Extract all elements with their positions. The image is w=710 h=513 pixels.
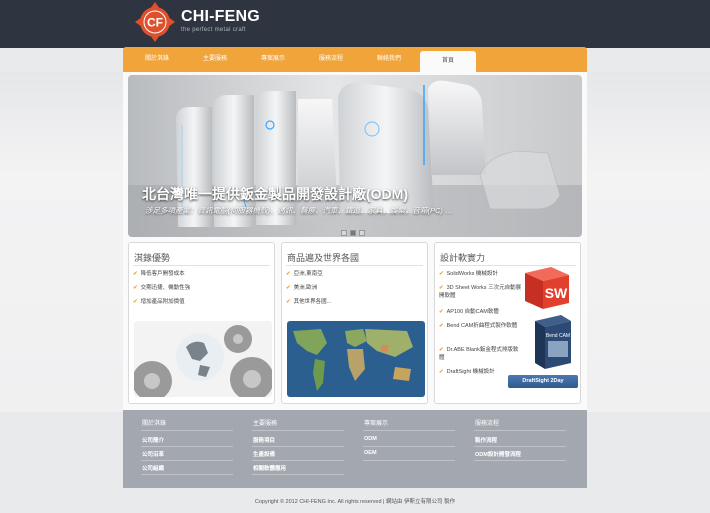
footer-heading: 服務流程 xyxy=(475,421,500,427)
top-bar: CF CHI-FENG the perfect metal craft xyxy=(0,0,710,48)
slider-dot-1[interactable] xyxy=(341,230,347,236)
panel-title: 商品遍及世界各國 xyxy=(287,253,360,263)
check-icon: ✔ xyxy=(439,309,444,315)
check-icon: ✔ xyxy=(439,369,444,375)
panel-worldwide: 商品遍及世界各國 ✔ 亞洲,東南亞 ✔ 美洲,歐洲 ✔ 其他世界各國... xyxy=(281,242,428,404)
slider-dot-3[interactable] xyxy=(359,230,365,236)
check-icon: ✔ xyxy=(286,271,291,277)
footer-divider xyxy=(474,460,566,461)
list-item: DraftSight 機械設計 xyxy=(446,369,495,375)
list-item: AP100 自動CAM軟體 xyxy=(446,309,499,315)
gears-globe-image xyxy=(134,321,272,397)
bendcam-box-text: Bend CAM xyxy=(546,333,570,339)
panel-advantages: 淇錄優勢 ✔ 降低客戶開發成本 ✔ 交期迅捷、機動性強 ✔ 增加產品附加價值 xyxy=(128,242,275,404)
footer-divider xyxy=(363,446,455,447)
list-item: 3D Sheet Works 三次元自動展開軟體 xyxy=(439,285,522,299)
footer-divider xyxy=(141,430,233,431)
nav-about[interactable]: 關於淇錄 xyxy=(129,47,185,72)
check-icon: ✔ xyxy=(439,271,444,277)
panel-divider xyxy=(286,265,423,266)
brand-tagline: the perfect metal craft xyxy=(181,27,246,33)
nav-home[interactable]: 首頁 xyxy=(420,51,476,72)
banner-subtitle: 涉足多項產業：資訊電腦(伺服器機殼)、通訊、醫療、汽車、鐵道、家具，娛樂，音箱(… xyxy=(145,206,453,215)
list-item: 美洲,歐洲 xyxy=(293,285,318,291)
footer-heading: 主要服務 xyxy=(253,421,278,427)
check-icon: ✔ xyxy=(286,299,291,305)
footer-link[interactable]: 公司組織 xyxy=(142,464,164,472)
site-footer: 關於淇錄 公司簡介 公司沿革 公司組織 主要服務 服務項目 生產設備 相關軟體應… xyxy=(123,410,587,488)
footer-divider xyxy=(141,460,233,461)
list-item: 其他世界各國... xyxy=(293,299,332,305)
draftsight-badge[interactable]: DraftSight 2Day xyxy=(508,375,578,388)
footer-divider xyxy=(363,430,455,431)
check-icon: ✔ xyxy=(439,323,444,329)
panel-divider xyxy=(133,265,270,266)
footer-divider xyxy=(252,474,344,475)
footer-divider xyxy=(474,446,566,447)
footer-heading: 專案展示 xyxy=(364,421,389,427)
check-icon: ✔ xyxy=(439,285,444,291)
check-icon: ✔ xyxy=(133,285,138,291)
list-item: 降低客戶開發成本 xyxy=(140,271,185,277)
check-icon: ✔ xyxy=(133,271,138,277)
panel-title: 設計軟實力 xyxy=(440,253,486,263)
list-item: 增加產品附加價值 xyxy=(140,299,185,305)
check-icon: ✔ xyxy=(286,285,291,291)
panel-software: 設計軟實力 ✔ SolidWorks 機械設計 ✔ 3D Sheet Works 三… xyxy=(434,242,581,404)
footer-link[interactable]: 服務項目 xyxy=(253,436,275,444)
banner-title: 北台灣唯一提供鈑金製品開發設計廠(ODM) xyxy=(142,186,408,202)
footer-link[interactable]: ODM設計開發流程 xyxy=(475,450,521,458)
bendcam-box-image: Bend CAM xyxy=(535,315,571,369)
footer-divider xyxy=(474,430,566,431)
solidworks-box-image: SW xyxy=(525,267,569,309)
footer-link[interactable]: 相關軟體應用 xyxy=(253,464,286,472)
footer-link[interactable]: 公司沿革 xyxy=(142,450,164,458)
footer-link[interactable]: OEM xyxy=(364,450,377,456)
check-icon: ✔ xyxy=(133,299,138,305)
list-item: 亞洲,東南亞 xyxy=(293,271,323,277)
main-nav: 關於淇錄 主要服務 專案展示 服務流程 聯絡我們 首頁 xyxy=(123,47,587,72)
footer-heading: 關於淇錄 xyxy=(142,421,167,427)
slider-dot-2[interactable] xyxy=(350,230,356,236)
copyright-text: Copyright © 2012 CHI-FENG Inc. All right… xyxy=(254,499,456,505)
brand-name: CHI-FENG xyxy=(181,8,260,25)
list-item: SolidWorks 機械設計 xyxy=(446,271,498,277)
footer-divider xyxy=(252,430,344,431)
slider-pagination xyxy=(341,223,368,241)
list-item: 交期迅捷、機動性強 xyxy=(140,285,191,291)
world-map-image xyxy=(287,321,425,397)
footer-divider xyxy=(141,446,233,447)
check-icon: ✔ xyxy=(439,347,444,353)
chi-feng-logo[interactable]: CF xyxy=(135,2,175,42)
list-item: Dr.ABE Blank鈑金程式排版軟體 xyxy=(439,347,519,361)
footer-divider xyxy=(141,474,233,475)
nav-services[interactable]: 主要服務 xyxy=(187,47,243,72)
footer-link[interactable]: 生產設備 xyxy=(253,450,275,458)
footer-divider xyxy=(252,460,344,461)
footer-link[interactable]: ODM xyxy=(364,436,377,442)
nav-contact[interactable]: 聯絡我們 xyxy=(361,47,417,72)
list-item: Bend CAM折曲程式製作軟體 xyxy=(446,323,518,329)
footer-divider xyxy=(363,460,455,461)
solidworks-logo-text: SW xyxy=(545,285,568,301)
nav-projects[interactable]: 專案展示 xyxy=(245,47,301,72)
logo-letters: CF xyxy=(147,16,163,30)
footer-link[interactable]: 製作流程 xyxy=(475,436,497,444)
nav-process[interactable]: 服務流程 xyxy=(303,47,359,72)
footer-link[interactable]: 公司簡介 xyxy=(142,436,164,444)
panel-title: 淇錄優勢 xyxy=(134,253,171,263)
footer-divider xyxy=(252,446,344,447)
